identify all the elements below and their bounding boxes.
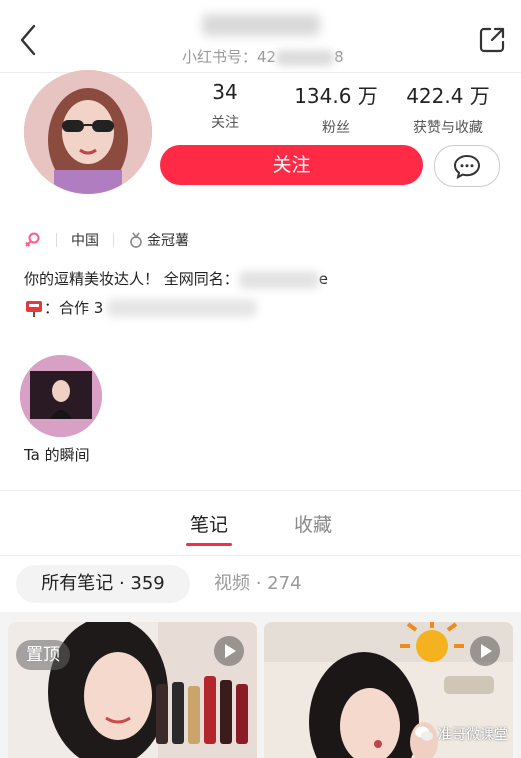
rednote-id-suffix: 8 bbox=[334, 48, 344, 66]
wechat-icon bbox=[415, 726, 433, 741]
collab-line: ：合作 3 bbox=[24, 297, 258, 318]
stat-following[interactable]: 34 关注 bbox=[188, 80, 262, 132]
tag-divider bbox=[113, 233, 114, 247]
moment-thumbnail[interactable] bbox=[20, 355, 102, 437]
tab-favorites[interactable]: 收藏 bbox=[290, 510, 336, 537]
follow-button[interactable]: 关注 bbox=[160, 145, 423, 185]
stat-likes-favs[interactable]: 422.4 万 获赞与收藏 bbox=[400, 80, 496, 137]
moments-label[interactable]: Ta 的瞬间 bbox=[24, 444, 90, 465]
video-play-icon bbox=[214, 636, 244, 666]
message-button[interactable] bbox=[434, 145, 500, 187]
back-arrow-icon[interactable] bbox=[14, 22, 44, 58]
filter-videos[interactable]: 视频 · 274 bbox=[214, 565, 302, 603]
location-tag: 中国 bbox=[71, 233, 99, 249]
female-icon bbox=[25, 232, 40, 247]
share-icon[interactable] bbox=[476, 24, 508, 56]
creator-badge-tag: 金冠薯 bbox=[147, 233, 189, 249]
stat-following-value: 34 bbox=[212, 80, 238, 104]
tabs-divider bbox=[0, 555, 521, 556]
profile-tags: 中国 金冠薯 bbox=[24, 229, 189, 251]
bio-text: 你的逗精美妆达人！ 全网同名： bbox=[24, 270, 239, 288]
watermark-text: 准哥微课堂 bbox=[438, 727, 508, 743]
stat-fans[interactable]: 134.6 万 粉丝 bbox=[290, 80, 382, 137]
collab-mask bbox=[107, 298, 258, 317]
rednote-id-mask bbox=[276, 49, 335, 66]
bio-suffix: e bbox=[318, 270, 329, 288]
pinned-badge: 置顶 bbox=[16, 640, 70, 670]
mailbox-icon bbox=[26, 300, 42, 317]
rednote-id: 小红书号：42 8 bbox=[182, 46, 382, 68]
bio-line: 你的逗精美妆达人！ 全网同名： e bbox=[24, 268, 328, 289]
stat-fans-value: 134.6 万 bbox=[294, 84, 378, 108]
collab-text: ：合作 3 bbox=[44, 299, 104, 317]
stat-fans-label: 粉丝 bbox=[322, 120, 350, 136]
avatar[interactable] bbox=[24, 70, 152, 194]
rednote-id-prefix: 小红书号：42 bbox=[182, 48, 277, 66]
stat-likes-label: 获赞与收藏 bbox=[413, 120, 483, 136]
filter-all-notes[interactable]: 所有笔记 · 359 bbox=[16, 565, 190, 603]
stat-likes-value: 422.4 万 bbox=[406, 84, 490, 108]
section-divider bbox=[0, 490, 521, 491]
profile-name-redacted bbox=[202, 14, 320, 36]
stat-following-label: 关注 bbox=[211, 115, 239, 131]
active-tab-indicator bbox=[186, 543, 232, 546]
watermark: 准哥微课堂 bbox=[414, 724, 508, 744]
tag-divider bbox=[56, 233, 57, 247]
chat-bubble-icon bbox=[453, 154, 481, 180]
tab-notes[interactable]: 笔记 bbox=[186, 510, 232, 537]
bio-mask bbox=[238, 270, 319, 289]
video-play-icon bbox=[470, 636, 500, 666]
medal-icon bbox=[130, 232, 142, 248]
